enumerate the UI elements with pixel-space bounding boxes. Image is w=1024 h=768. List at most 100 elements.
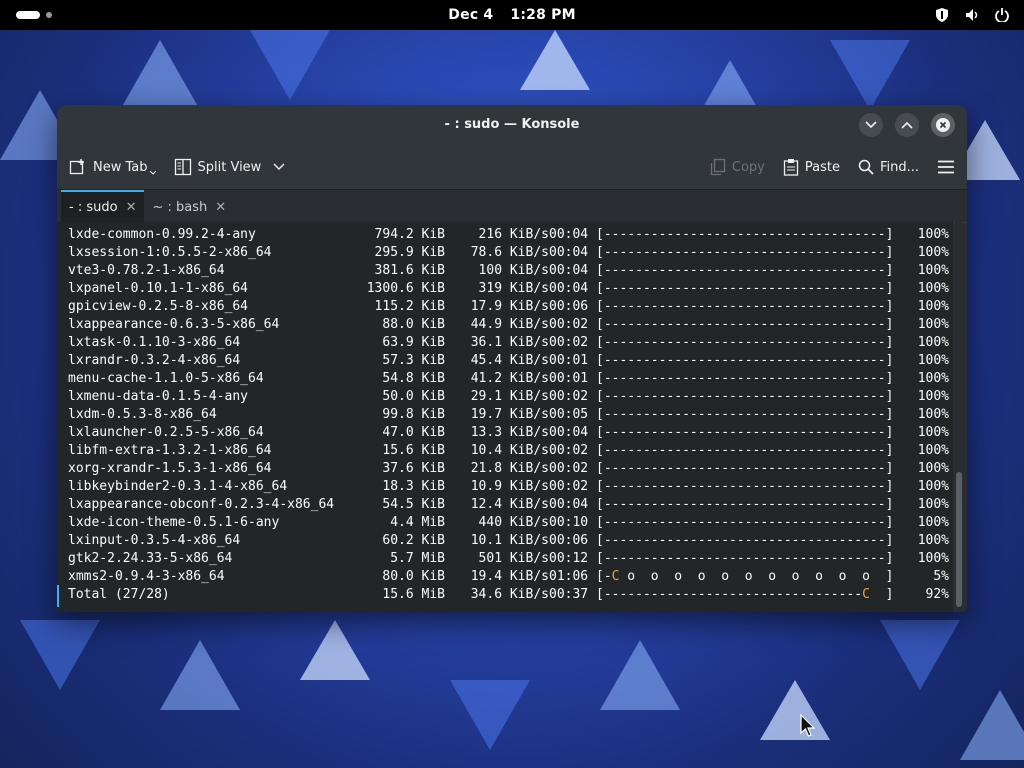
elapsed-time: 00:12 (549, 551, 589, 566)
clock[interactable]: Dec 4 1:28 PM (0, 7, 1024, 23)
package-name: lxde-icon-theme-0.5.1-6-any (68, 515, 280, 530)
progress-percent: 100% (917, 461, 949, 476)
package-name: lxsession-1:0.5.5-2-x86_64 (68, 245, 272, 260)
terminal-output[interactable]: lxde-common-0.99.2-4-any 794.2 KiB 216 KiB… (57, 222, 953, 612)
package-size: 47.0 KiB (382, 425, 445, 440)
elapsed-time: 00:02 (549, 335, 589, 350)
package-size: 54.5 KiB (382, 497, 445, 512)
terminal-row: lxmenu-data-0.1.5-4-any 50.0 KiB 29.1 KiB/… (68, 388, 953, 406)
download-rate: 100 KiB/s (478, 263, 549, 278)
hamburger-icon (938, 160, 954, 174)
elapsed-time: 00:04 (549, 281, 589, 296)
find-button[interactable]: Find... (858, 159, 919, 175)
download-rate: 440 KiB/s (478, 515, 549, 530)
close-button[interactable] (931, 113, 955, 137)
terminal-scrollbar[interactable] (955, 222, 963, 612)
progress-bar-remaining: o o o o o o o o o o o ] (619, 569, 894, 584)
chevron-down-icon (273, 163, 285, 170)
progress-percent: 100% (917, 335, 949, 350)
konsole-toolbar: New Tab Split View Copy Paste Find... (57, 145, 967, 190)
system-tray[interactable] (934, 7, 1010, 23)
terminal-row: lxtask-0.1.10-3-x86_64 63.9 KiB 36.1 KiB/s… (68, 334, 953, 352)
progress-bar: [------------------------------------] (596, 389, 894, 404)
package-size: 50.0 KiB (382, 389, 445, 404)
package-size: 15.6 KiB (382, 443, 445, 458)
download-rate: 17.9 KiB/s (470, 299, 549, 314)
tab-bash[interactable]: ~ : bash ✕ (144, 192, 234, 222)
download-rate: 19.7 KiB/s (470, 407, 549, 422)
top-panel: Dec 4 1:28 PM (0, 0, 1024, 30)
shield-icon[interactable] (934, 7, 950, 23)
progress-percent: 100% (917, 551, 949, 566)
copy-button[interactable]: Copy (710, 158, 765, 176)
volume-icon[interactable] (964, 7, 980, 23)
package-name: libfm-extra-1.3.2-1-x86_64 (68, 443, 272, 458)
terminal-row: lxpanel-0.10.1-1-x86_64 1300.6 KiB 319 KiB… (68, 280, 953, 298)
progress-bar: [------------------------------------] (596, 281, 894, 296)
new-tab-label: New Tab (93, 159, 148, 175)
progress-bar: [------------------------------------] (596, 497, 894, 512)
progress-percent: 100% (917, 425, 949, 440)
elapsed-time: 00:04 (549, 497, 589, 512)
download-rate: 45.4 KiB/s (470, 353, 549, 368)
konsole-window[interactable]: - : sudo — Konsole New Tab Split View Co… (57, 105, 967, 612)
download-rate: 12.4 KiB/s (470, 497, 549, 512)
progress-percent: 100% (917, 371, 949, 386)
package-size: 57.3 KiB (382, 353, 445, 368)
window-titlebar[interactable]: - : sudo — Konsole (57, 105, 967, 145)
terminal-row: xmms2-0.9.4-3-x86_64 80.0 KiB 19.4 KiB/s 01… (68, 568, 953, 586)
package-size: 5.7 MiB (390, 551, 445, 566)
package-name: gtk2-2.24.33-5-x86_64 (68, 551, 233, 566)
elapsed-time: 00:02 (549, 317, 589, 332)
maximize-button[interactable] (895, 113, 919, 137)
elapsed-time: 00:37 (549, 587, 589, 602)
progress-percent: 100% (917, 407, 949, 422)
progress-percent: 100% (917, 353, 949, 368)
download-rate: 41.2 KiB/s (470, 371, 549, 386)
package-size: 115.2 KiB (374, 299, 445, 314)
progress-bar: [------------------------------------] (596, 227, 894, 242)
hamburger-menu-button[interactable] (937, 160, 955, 174)
power-icon[interactable] (994, 7, 1010, 23)
download-rate: 10.1 KiB/s (470, 533, 549, 548)
terminal-row: gpicview-0.2.5-8-x86_64 115.2 KiB 17.9 KiB… (68, 298, 953, 316)
new-tab-button[interactable]: New Tab (69, 158, 156, 176)
paste-button[interactable]: Paste (783, 158, 840, 176)
download-rate: 216 KiB/s (478, 227, 549, 242)
terminal-row: lxde-common-0.99.2-4-any 794.2 KiB 216 KiB… (68, 226, 953, 244)
progress-bar: [---------------------------------C ] (596, 586, 893, 604)
package-size: 4.4 MiB (390, 515, 445, 530)
elapsed-time: 00:02 (549, 443, 589, 458)
progress-bar: [------------------------------------] (596, 317, 894, 332)
split-view-button[interactable]: Split View (174, 158, 286, 176)
progress-bar: [------------------------------------] (596, 479, 894, 494)
elapsed-time: 00:02 (549, 479, 589, 494)
package-name: lxpanel-0.10.1-1-x86_64 (68, 281, 249, 296)
package-name: lxde-common-0.99.2-4-any (68, 227, 256, 242)
tab-sudo[interactable]: - : sudo ✕ (61, 190, 145, 222)
package-name: lxappearance-0.6.3-5-x86_64 (68, 317, 280, 332)
copy-label: Copy (731, 159, 765, 175)
download-rate: 10.4 KiB/s (470, 443, 549, 458)
elapsed-time: 00:01 (549, 371, 589, 386)
download-rate: 29.1 KiB/s (470, 389, 549, 404)
tab-bar: - : sudo ✕ ~ : bash ✕ (57, 190, 967, 223)
scrollbar-thumb[interactable] (956, 472, 962, 607)
progress-bar: [------------------------------------] (596, 245, 894, 260)
elapsed-time: 00:04 (549, 263, 589, 278)
package-size: 381.6 KiB (374, 263, 445, 278)
progress-percent: 100% (917, 299, 949, 314)
progress-bar: [------------------------------------] (596, 461, 894, 476)
progress-bar-filled: [- (596, 569, 612, 584)
close-tab-icon[interactable]: ✕ (215, 200, 226, 215)
terminal-row: lxsession-1:0.5.5-2-x86_64 295.9 KiB 78.6 … (68, 244, 953, 262)
package-size: 88.0 KiB (382, 317, 445, 332)
package-size: 63.9 KiB (382, 335, 445, 350)
split-view-label: Split View (197, 159, 262, 175)
progress-percent: 100% (917, 389, 949, 404)
close-tab-icon[interactable]: ✕ (126, 200, 137, 215)
minimize-button[interactable] (859, 113, 883, 137)
progress-percent: 100% (917, 317, 949, 332)
progress-bar: [-C o o o o o o o o o o o ] (596, 568, 893, 586)
terminal-row: lxde-icon-theme-0.5.1-6-any 4.4 MiB 440 Ki… (68, 514, 953, 532)
